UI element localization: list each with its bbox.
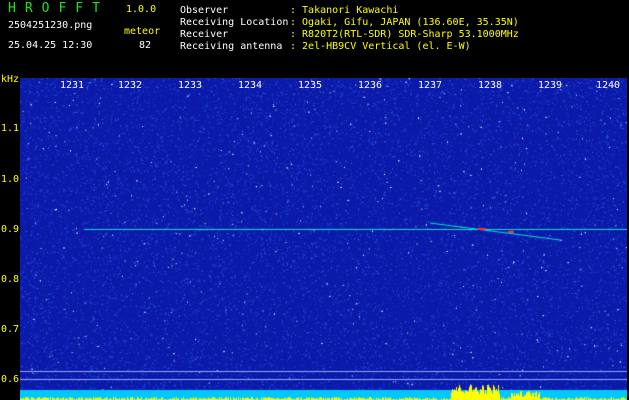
spectrogram-plot: [20, 78, 627, 400]
spectrogram-canvas: [20, 78, 627, 400]
x-tick-label: 1236: [358, 80, 383, 91]
meteor-label: meteor: [124, 26, 161, 37]
receiver-value: : R820T2(RTL-SDR) SDR-Sharp 53.1000MHz: [290, 29, 519, 40]
receiver-label: Receiver: [180, 29, 229, 40]
x-tick-label: 1237: [418, 80, 443, 91]
x-tick-label: 1239: [538, 80, 563, 91]
y-tick-label: 0.6: [1, 374, 20, 385]
location-value: : Ogaki, Gifu, JAPAN (136.60E, 35.35N): [290, 17, 519, 28]
y-axis-unit: kHz: [1, 74, 20, 85]
y-tick-label: 0.9: [1, 224, 20, 235]
antenna-label: Receiving antenna: [180, 41, 283, 52]
file-name: 2504251230.png: [8, 20, 93, 31]
y-tick-label: 0.7: [1, 324, 20, 335]
location-label: Receiving Location: [180, 17, 289, 28]
y-tick-label: 1.0: [1, 174, 20, 185]
x-tick-label: 1231: [60, 80, 85, 91]
app-version: 1.0.0: [126, 4, 157, 15]
y-tick-label: 1.1: [1, 123, 20, 134]
antenna-value: : 2el-HB9CV Vertical (el. E-W): [290, 41, 471, 52]
x-tick-label: 1234: [238, 80, 263, 91]
meteor-count: 82: [139, 40, 152, 51]
app-title: HROFFT: [8, 1, 109, 16]
observer-label: Observer: [180, 5, 229, 16]
x-tick-label: 1240: [596, 80, 621, 91]
x-tick-label: 1232: [118, 80, 143, 91]
header-panel: HROFFT 1.0.0 2504251230.png meteor 25.04…: [0, 0, 629, 74]
observer-value: : Takanori Kawachi: [290, 5, 399, 16]
x-tick-label: 1235: [298, 80, 323, 91]
x-tick-label: 1233: [178, 80, 203, 91]
capture-datetime: 25.04.25 12:30: [8, 40, 93, 51]
x-tick-label: 1238: [478, 80, 503, 91]
y-tick-label: 0.8: [1, 274, 20, 285]
